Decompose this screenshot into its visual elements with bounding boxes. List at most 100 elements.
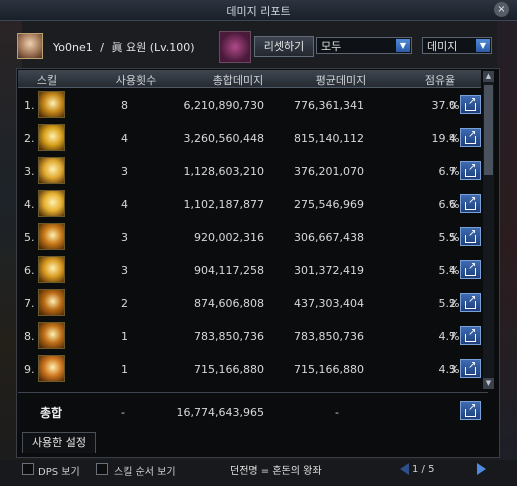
- table-row: 3. 3 1,128,603,210 376,201,070 6.7%: [18, 156, 481, 187]
- row-avg: 776,361,341: [294, 99, 364, 112]
- row-avg: 275,546,969: [294, 198, 364, 211]
- row-rank: 6.: [24, 264, 35, 277]
- row-uses: 1: [121, 363, 128, 376]
- tab-used-settings[interactable]: 사용한 설정: [22, 432, 96, 453]
- skill-order-checkbox[interactable]: [96, 463, 108, 475]
- lightning-skill-icon: [38, 355, 65, 382]
- share-icon[interactable]: [460, 326, 481, 345]
- row-pct: %: [449, 132, 460, 145]
- page-indicator: 1 / 5: [412, 464, 435, 475]
- row-rank: 7.: [24, 297, 35, 310]
- row-total: 1,128,603,210: [183, 165, 264, 178]
- row-avg: 437,303,404: [294, 297, 364, 310]
- row-total: 715,166,880: [194, 363, 264, 376]
- header-share[interactable]: 점유율: [420, 72, 460, 88]
- table-row: 7. 2 874,606,808 437,303,404 5.2%: [18, 288, 481, 319]
- row-avg: 301,372,419: [294, 264, 364, 277]
- row-pct: %: [449, 330, 460, 343]
- share-icon[interactable]: [460, 359, 481, 378]
- header-skill[interactable]: 스킬: [32, 72, 62, 88]
- row-total: 904,117,258: [194, 264, 264, 277]
- scroll-down-icon[interactable]: ▼: [483, 378, 494, 389]
- row-pct: %: [449, 297, 460, 310]
- background-right: [497, 0, 517, 486]
- row-uses: 3: [121, 231, 128, 244]
- swirl-skill-icon: [38, 223, 65, 250]
- row-total: 920,002,316: [194, 231, 264, 244]
- sort-select-value: 데미지: [427, 40, 458, 53]
- page-next-icon[interactable]: [477, 463, 486, 475]
- rank-badge-icon: [219, 31, 251, 63]
- row-uses: 3: [121, 264, 128, 277]
- row-avg: 306,667,438: [294, 231, 364, 244]
- header-total[interactable]: 총합데미지: [203, 72, 273, 88]
- row-total: 1,102,187,877: [183, 198, 264, 211]
- share-icon[interactable]: [460, 260, 481, 279]
- row-rank: 4.: [24, 198, 35, 211]
- row-total: 6,210,890,730: [183, 99, 264, 112]
- dash-skill-icon: [38, 256, 65, 283]
- row-avg: 715,166,880: [294, 363, 364, 376]
- row-total: 783,850,736: [194, 330, 264, 343]
- table-row: 1. 8 6,210,890,730 776,361,341 37.0%: [18, 90, 481, 121]
- table-header: 스킬 사용횟수 총합데미지 평균데미지 점유율: [18, 70, 481, 88]
- share-icon[interactable]: [460, 194, 481, 213]
- flame-orb-skill-icon: [38, 322, 65, 349]
- dps-label: DPS 보기: [38, 467, 80, 478]
- table-row: 2. 4 3,260,560,448 815,140,112 19.4%: [18, 123, 481, 154]
- row-rank: 2.: [24, 132, 35, 145]
- sort-select[interactable]: 데미지 ▼: [422, 37, 492, 54]
- title-bar[interactable]: 데미지 리포트 ×: [0, 0, 517, 21]
- row-pct: %: [449, 264, 460, 277]
- row-pct: %: [449, 99, 460, 112]
- share-icon[interactable]: [460, 401, 481, 420]
- skill-order-label: 스킬 순서 보기: [114, 467, 176, 478]
- character-level: (Lv.100): [149, 41, 195, 54]
- page-prev-icon[interactable]: [400, 463, 409, 475]
- share-icon[interactable]: [460, 227, 481, 246]
- share-icon[interactable]: [460, 293, 481, 312]
- burst-skill-icon: [38, 124, 65, 151]
- row-avg: 376,201,070: [294, 165, 364, 178]
- row-rank: 1.: [24, 99, 35, 112]
- window-title: 데미지 리포트: [226, 5, 291, 18]
- total-label: 총합: [40, 406, 63, 420]
- table-row: 9. 1 715,166,880 715,166,880 4.3%: [18, 354, 481, 385]
- row-uses: 1: [121, 330, 128, 343]
- share-icon[interactable]: [460, 161, 481, 180]
- ring-skill-icon: [38, 190, 65, 217]
- row-avg: 815,140,112: [294, 132, 364, 145]
- row-rank: 8.: [24, 330, 35, 343]
- total-damage: 16,774,643,965: [176, 406, 264, 419]
- row-rank: 3.: [24, 165, 35, 178]
- table-row: 5. 3 920,002,316 306,667,438 5.5%: [18, 222, 481, 253]
- reset-button[interactable]: 리셋하기: [254, 36, 314, 57]
- share-icon[interactable]: [460, 95, 481, 114]
- row-avg: 783,850,736: [294, 330, 364, 343]
- share-icon[interactable]: [460, 128, 481, 147]
- filter-select[interactable]: 모두 ▼: [316, 37, 412, 54]
- scroll-up-icon[interactable]: ▲: [483, 71, 494, 82]
- row-pct: %: [449, 363, 460, 376]
- row-uses: 2: [121, 297, 128, 310]
- scrollbar[interactable]: ▲ ▼: [483, 71, 494, 389]
- scrollbar-thumb[interactable]: [484, 85, 493, 175]
- character-separator: /: [100, 41, 104, 54]
- total-uses: -: [121, 406, 125, 419]
- starburst-skill-icon: [38, 157, 65, 184]
- chevron-down-icon[interactable]: ▼: [396, 39, 410, 52]
- table-row: 4. 4 1,102,187,877 275,546,969 6.6%: [18, 189, 481, 220]
- header-avg[interactable]: 평균데미지: [306, 72, 376, 88]
- dps-checkbox[interactable]: [22, 463, 34, 475]
- character-avatar: [17, 33, 43, 59]
- character-name: Yo0ne1: [53, 41, 93, 54]
- divider: [18, 392, 488, 393]
- row-pct: %: [449, 198, 460, 211]
- row-uses: 8: [121, 99, 128, 112]
- character-class: 眞 요원: [111, 41, 147, 54]
- close-button[interactable]: ×: [494, 2, 509, 17]
- chevron-down-icon[interactable]: ▼: [476, 39, 490, 52]
- table-row: 8. 1 783,850,736 783,850,736 4.7%: [18, 321, 481, 352]
- dungeon-name: 던전명 = 혼돈의 왕좌: [230, 466, 322, 477]
- header-uses[interactable]: 사용횟수: [106, 72, 166, 88]
